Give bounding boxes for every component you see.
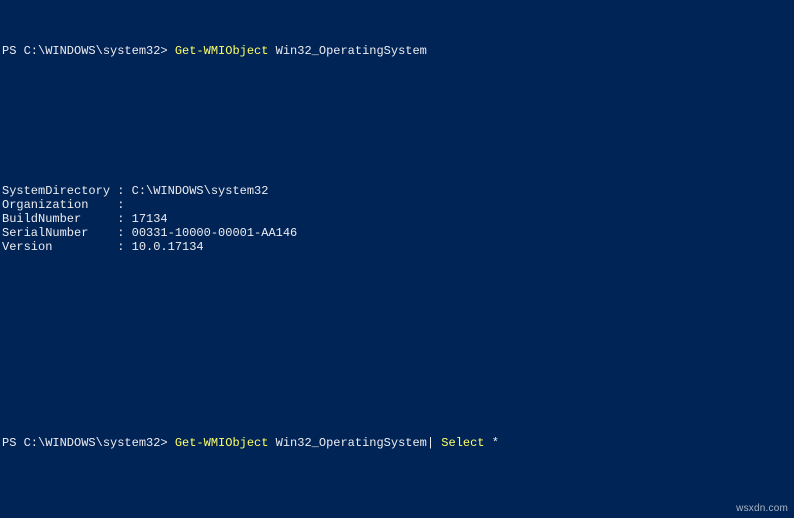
output-key: Version (2, 240, 117, 254)
powershell-terminal[interactable]: PS C:\WINDOWS\system32> Get-WMIObject Wi… (0, 0, 794, 518)
output-block-1: SystemDirectory : C:\WINDOWS\system32Org… (2, 184, 794, 254)
output-value: 17134 (132, 212, 168, 226)
blank-line (2, 338, 794, 352)
watermark: wsxdn.com (736, 502, 788, 516)
pipe-char: | (427, 436, 441, 450)
prompt-prefix: PS C:\WINDOWS\system32> (2, 436, 175, 450)
output-value: 00331-10000-00001-AA146 (132, 226, 298, 240)
cmdlet: Get-WMIObject (175, 44, 269, 58)
output-separator: : (117, 212, 131, 226)
select-cmdlet: Select (441, 436, 484, 450)
output-key: BuildNumber (2, 212, 117, 226)
output-row: SystemDirectory : C:\WINDOWS\system32 (2, 184, 794, 198)
blank-line (2, 380, 794, 394)
cmdlet-args: Win32_OperatingSystem (268, 44, 426, 58)
output-row: Organization : (2, 198, 794, 212)
output-row: SerialNumber : 00331-10000-00001-AA146 (2, 226, 794, 240)
output-separator: : (117, 198, 131, 212)
output-separator: : (117, 240, 131, 254)
output-key: Organization (2, 198, 117, 212)
blank-line (2, 86, 794, 100)
prompt-prefix: PS C:\WINDOWS\system32> (2, 44, 175, 58)
select-wildcard: * (485, 436, 499, 450)
prompt-line-1: PS C:\WINDOWS\system32> Get-WMIObject Wi… (2, 44, 794, 58)
output-value: 10.0.17134 (132, 240, 204, 254)
output-key: SerialNumber (2, 226, 117, 240)
blank-line (2, 478, 794, 492)
blank-line (2, 128, 794, 142)
blank-line (2, 296, 794, 310)
output-separator: : (117, 184, 131, 198)
output-value: C:\WINDOWS\system32 (132, 184, 269, 198)
cmdlet: Get-WMIObject (175, 436, 269, 450)
prompt-line-2: PS C:\WINDOWS\system32> Get-WMIObject Wi… (2, 436, 794, 450)
output-row: BuildNumber : 17134 (2, 212, 794, 226)
output-separator: : (117, 226, 131, 240)
cmdlet-args: Win32_OperatingSystem (268, 436, 426, 450)
output-key: SystemDirectory (2, 184, 117, 198)
output-row: Version : 10.0.17134 (2, 240, 794, 254)
